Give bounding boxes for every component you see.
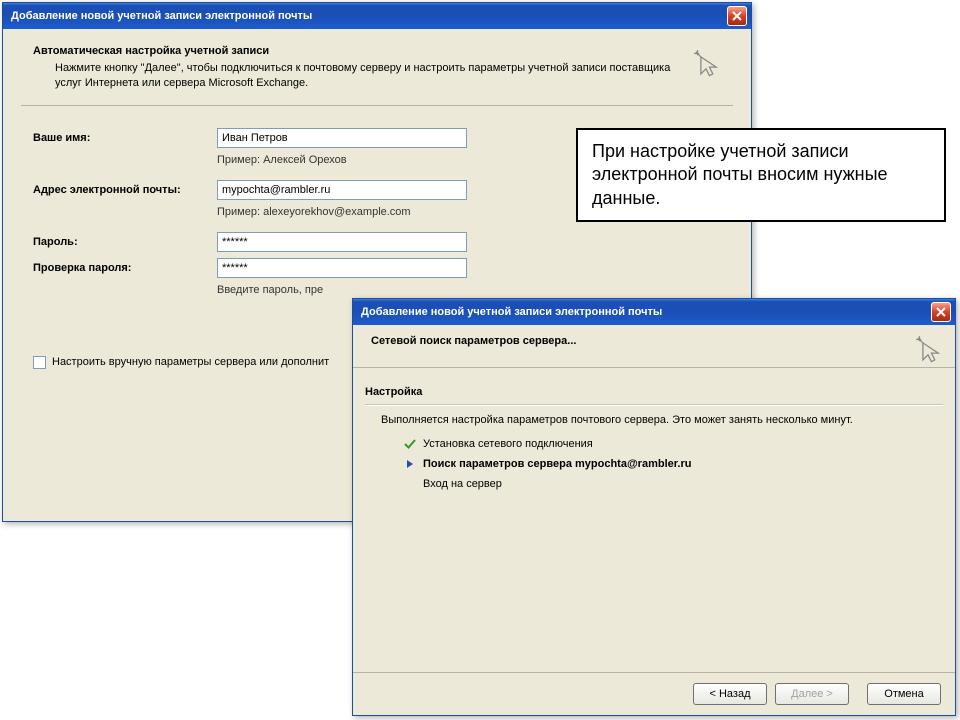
- titlebar[interactable]: Добавление новой учетной записи электрон…: [353, 299, 955, 325]
- wizard-description: Нажмите кнопку "Далее", чтобы подключить…: [55, 61, 673, 91]
- titlebar[interactable]: Добавление новой учетной записи электрон…: [3, 3, 751, 29]
- wizard-header: Сетевой поиск параметров сервера...: [353, 325, 955, 368]
- check-icon: [401, 438, 419, 450]
- cursor-decor-icon: [689, 45, 723, 79]
- password-hint: Введите пароль, пре: [217, 284, 721, 296]
- manual-config-label: Настроить вручную параметры сервера или …: [52, 356, 329, 368]
- wizard-title: Сетевой поиск параметров сервера...: [371, 335, 895, 347]
- back-button[interactable]: < Назад: [693, 683, 767, 705]
- wizard-footer: < Назад Далее > Отмена: [353, 672, 955, 715]
- step-label: Вход на сервер: [423, 478, 502, 490]
- window-body: Сетевой поиск параметров сервера... Наст…: [353, 325, 955, 492]
- name-label: Ваше имя:: [33, 132, 217, 144]
- next-button[interactable]: Далее >: [775, 683, 849, 705]
- close-button[interactable]: [931, 302, 951, 322]
- progress-description: Выполняется настройка параметров почтово…: [353, 410, 955, 436]
- separator: [365, 404, 943, 406]
- email-input[interactable]: [217, 180, 467, 200]
- step-row: Вход на сервер: [401, 476, 943, 492]
- close-icon: [936, 307, 946, 317]
- password-input[interactable]: [217, 232, 467, 252]
- name-input[interactable]: [217, 128, 467, 148]
- confirm-label: Проверка пароля:: [33, 262, 217, 274]
- manual-config-checkbox[interactable]: [33, 356, 46, 369]
- cancel-button[interactable]: Отмена: [867, 683, 941, 705]
- wizard-header: Автоматическая настройка учетной записи …: [21, 39, 733, 106]
- step-list: Установка сетевого подключения Поиск пар…: [353, 436, 955, 492]
- annotation-callout: При настройке учетной записи электронной…: [576, 128, 946, 222]
- account-setup-window-2: Добавление новой учетной записи электрон…: [352, 298, 956, 716]
- step-label: Установка сетевого подключения: [423, 438, 593, 450]
- wizard-title: Автоматическая настройка учетной записи: [33, 45, 673, 57]
- window-title: Добавление новой учетной записи электрон…: [11, 10, 727, 22]
- step-row: Установка сетевого подключения: [401, 436, 943, 452]
- close-icon: [732, 11, 742, 21]
- cursor-decor-icon: [911, 331, 945, 365]
- step-label: Поиск параметров сервера mypochta@ramble…: [423, 458, 692, 470]
- password-label: Пароль:: [33, 236, 217, 248]
- arrow-right-icon: [401, 459, 419, 469]
- step-row: Поиск параметров сервера mypochta@ramble…: [401, 456, 943, 472]
- window-title: Добавление новой учетной записи электрон…: [361, 306, 931, 318]
- annotation-text: При настройке учетной записи электронной…: [592, 141, 888, 208]
- confirm-input[interactable]: [217, 258, 467, 278]
- section-title: Настройка: [353, 374, 955, 404]
- close-button[interactable]: [727, 6, 747, 26]
- email-label: Адрес электронной почты:: [33, 184, 217, 196]
